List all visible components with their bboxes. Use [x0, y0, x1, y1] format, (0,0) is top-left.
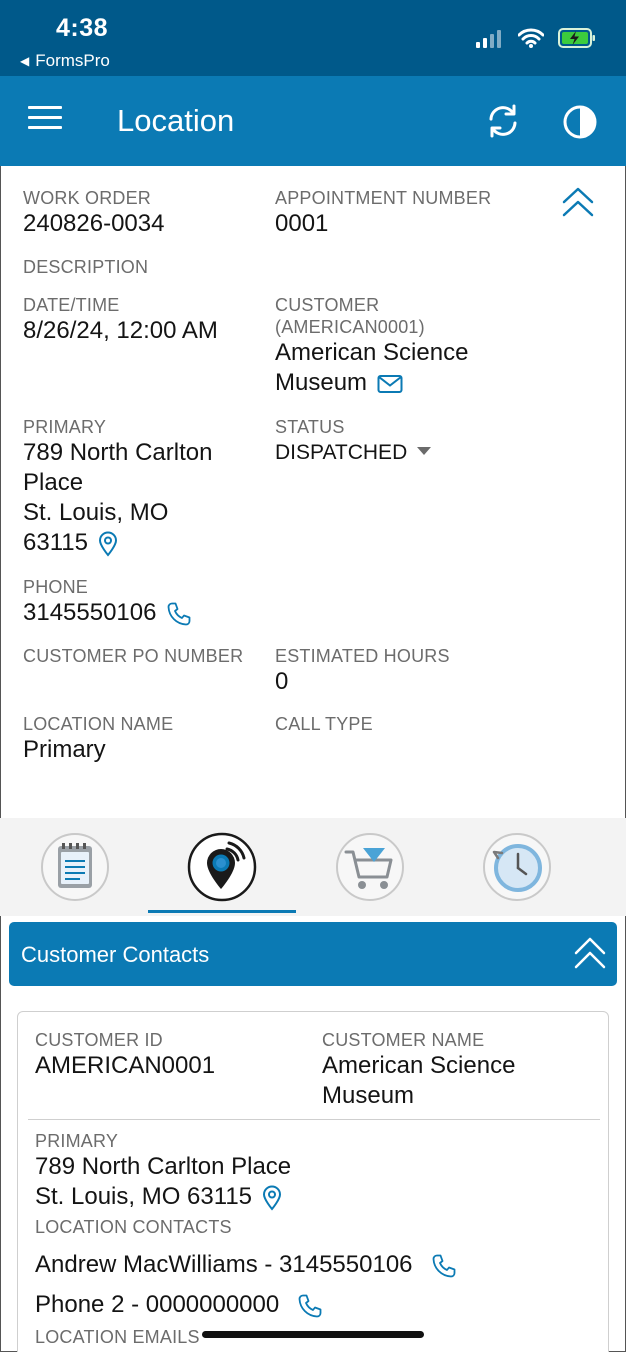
status-field[interactable]: STATUS DISPATCHED	[275, 416, 432, 468]
appointment-number-field: APPOINTMENT NUMBER 0001	[275, 187, 491, 239]
dropdown-arrow-icon	[417, 447, 432, 456]
customer-name-line2-row: Museum	[275, 368, 468, 398]
tab-bar	[0, 818, 626, 916]
date-time-value: 8/26/24, 12:00 AM	[23, 317, 218, 344]
customer-id-sublabel: (AMERICAN0001)	[275, 317, 425, 337]
status-value: DISPATCHED	[275, 441, 408, 464]
primary-line2: Place	[23, 469, 84, 496]
customer-name-label: CUSTOMER NAME	[322, 1030, 485, 1050]
description-field: DESCRIPTION	[23, 256, 148, 278]
estimated-hours-label: ESTIMATED HOURS	[275, 646, 450, 666]
customer-contacts-header[interactable]: Customer Contacts	[9, 922, 617, 986]
phone-value: 3145550106	[23, 599, 157, 626]
work-order-label: WORK ORDER	[23, 188, 151, 208]
status-label: STATUS	[275, 417, 345, 437]
call-type-label: CALL TYPE	[275, 714, 373, 734]
customer-id-label: CUSTOMER ID	[35, 1030, 163, 1050]
back-app-label: FormsPro	[35, 51, 110, 70]
phone-icon[interactable]	[431, 1253, 457, 1279]
primary-line3: St. Louis, MO	[23, 499, 169, 526]
customer-name-line1: American Science	[275, 339, 469, 366]
contacts-primary-label: PRIMARY	[35, 1131, 119, 1151]
primary-label: PRIMARY	[23, 417, 107, 437]
primary-address-field: PRIMARY 789 North Carlton Place St. Loui…	[23, 416, 212, 558]
signal-icon	[476, 30, 501, 48]
card-divider	[28, 1119, 600, 1120]
description-label: DESCRIPTION	[23, 257, 149, 277]
collapse-details-icon[interactable]	[560, 184, 596, 220]
map-pin-icon[interactable]	[262, 1185, 282, 1211]
customer-po-label: CUSTOMER PO NUMBER	[23, 646, 244, 666]
wifi-icon	[518, 28, 544, 48]
contacts-primary-line2: St. Louis, MO 63115	[35, 1183, 253, 1210]
sync-icon[interactable]	[484, 102, 522, 140]
appointment-number-value: 0001	[275, 210, 329, 237]
customer-name-field: CUSTOMER NAME American Science Museum	[322, 1029, 515, 1111]
contacts-primary-line2-row: St. Louis, MO 63115	[35, 1182, 291, 1212]
status-icons	[476, 28, 596, 48]
primary-line1: 789 North Carlton	[23, 439, 213, 466]
battery-charging-icon	[558, 28, 595, 48]
customer-contacts-title: Customer Contacts	[21, 942, 210, 967]
home-indicator[interactable]	[202, 1331, 424, 1338]
status-time: 4:38	[56, 14, 109, 42]
location-name-label: LOCATION NAME	[23, 714, 174, 734]
phone-icon[interactable]	[297, 1293, 323, 1319]
contrast-icon[interactable]	[561, 103, 599, 141]
location-emails-label: LOCATION EMAILS	[35, 1327, 200, 1347]
hamburger-menu-icon[interactable]	[28, 106, 62, 136]
contact-row: Andrew MacWilliams - 3145550106	[35, 1250, 457, 1280]
location-emails-section: LOCATION EMAILS	[35, 1326, 200, 1348]
email-icon[interactable]	[377, 374, 403, 394]
estimated-hours-field: ESTIMATED HOURS 0	[275, 645, 450, 697]
location-name-field: LOCATION NAME Primary	[23, 713, 173, 765]
appointment-number-label: APPOINTMENT NUMBER	[275, 188, 492, 208]
primary-line4-row: 63115	[23, 528, 212, 558]
customer-label: CUSTOMER	[275, 295, 380, 315]
phone-icon[interactable]	[166, 601, 192, 627]
page-title: Location	[117, 103, 235, 138]
location-tab[interactable]	[187, 832, 257, 902]
active-tab-indicator	[148, 910, 296, 913]
date-time-label: DATE/TIME	[23, 295, 120, 315]
phone-row: 3145550106	[23, 598, 192, 628]
primary-line4: 63115	[23, 529, 88, 556]
customer-po-field: CUSTOMER PO NUMBER	[23, 645, 243, 667]
call-type-field: CALL TYPE	[275, 713, 373, 735]
status-bar: 4:38 ◀ FormsPro	[0, 0, 626, 76]
contact-row: Phone 2 - 0000000000	[35, 1290, 457, 1320]
location-contacts-section: LOCATION CONTACTS Andrew MacWilliams - 3…	[35, 1216, 457, 1320]
back-to-app-link[interactable]: ◀ FormsPro	[20, 51, 110, 71]
customer-field: CUSTOMER (AMERICAN0001) American Science…	[275, 294, 468, 398]
work-order-field: WORK ORDER 240826-0034	[23, 187, 164, 239]
notepad-icon	[58, 843, 92, 888]
contact-text: Andrew MacWilliams - 3145550106	[35, 1251, 413, 1278]
location-name-value: Primary	[23, 736, 106, 763]
contacts-primary-field: PRIMARY 789 North Carlton Place St. Loui…	[35, 1130, 291, 1212]
app-header: Location	[0, 76, 626, 166]
phone-field: PHONE 3145550106	[23, 576, 192, 628]
contacts-primary-line1: 789 North Carlton Place	[35, 1153, 292, 1180]
location-contacts-label: LOCATION CONTACTS	[35, 1217, 232, 1237]
customer-name-line2: Museum	[275, 369, 368, 396]
work-order-value: 240826-0034	[23, 210, 165, 237]
customer-id-field: CUSTOMER ID AMERICAN0001	[35, 1029, 215, 1081]
customer-id-value: AMERICAN0001	[35, 1052, 216, 1079]
notes-tab[interactable]	[40, 832, 110, 902]
customer-name-line2: Museum	[322, 1082, 415, 1109]
status-dropdown[interactable]: DISPATCHED	[275, 438, 432, 468]
customer-name-line1: American Science	[322, 1052, 516, 1079]
collapse-contacts-icon[interactable]	[573, 934, 607, 972]
estimated-hours-value: 0	[275, 668, 289, 695]
time-tab[interactable]	[482, 832, 552, 902]
back-arrow-icon: ◀	[20, 54, 30, 68]
customer-contacts-card: CUSTOMER ID AMERICAN0001 CUSTOMER NAME A…	[17, 1011, 609, 1352]
clock-history-icon	[492, 844, 542, 892]
map-pin-icon[interactable]	[98, 531, 118, 557]
date-time-field: DATE/TIME 8/26/24, 12:00 AM	[23, 294, 218, 346]
parts-tab[interactable]	[335, 832, 405, 902]
contact-text: Phone 2 - 0000000000	[35, 1291, 280, 1318]
phone-label: PHONE	[23, 577, 89, 597]
